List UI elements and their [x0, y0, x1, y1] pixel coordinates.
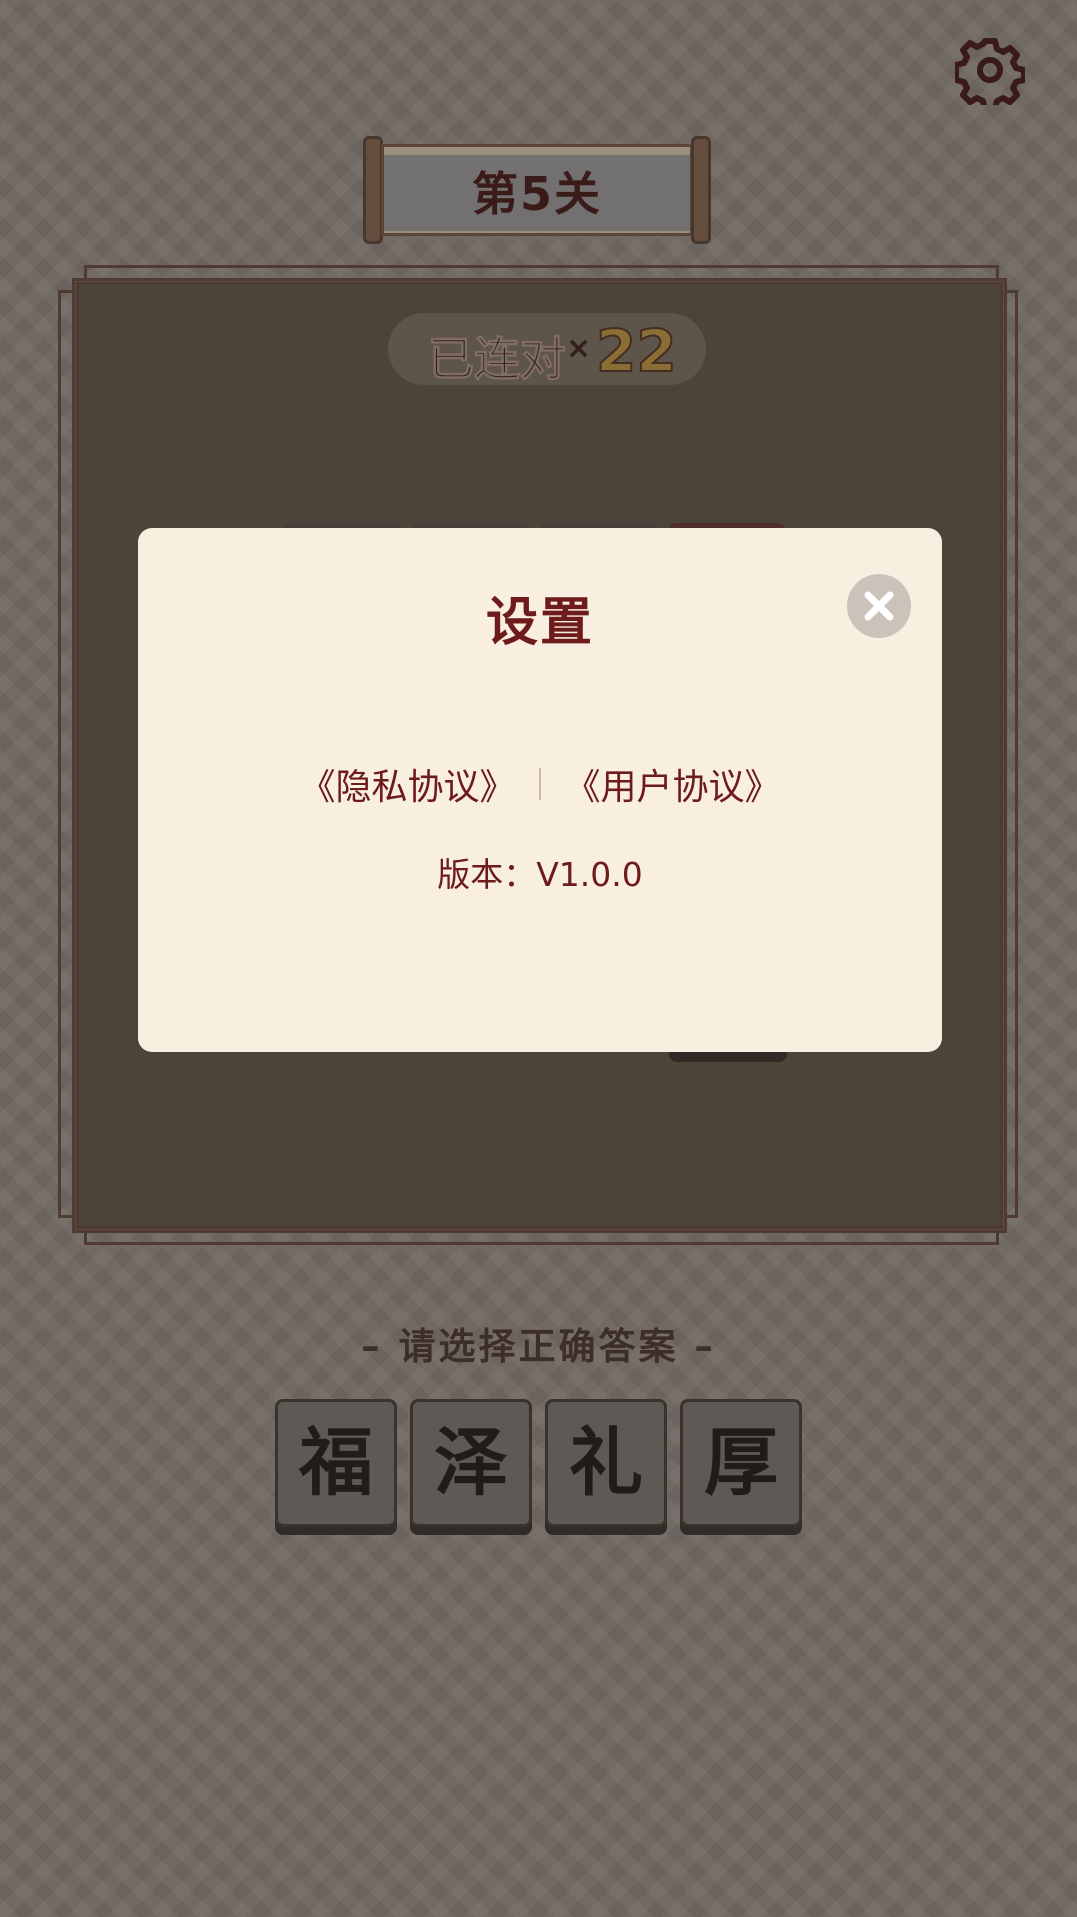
link-divider [539, 768, 541, 800]
close-button[interactable] [847, 574, 911, 638]
version-text: 版本：V1.0.0 [437, 855, 643, 894]
user-agreement-link[interactable]: 《用户协议》 [564, 767, 780, 808]
agreement-links: 《隐私协议》 《用户协议》 [138, 758, 942, 810]
close-icon [864, 591, 894, 621]
modal-title: 设置 [485, 593, 594, 653]
settings-modal: 设置 《隐私协议》 《用户协议》 版本：V1.0.0 [138, 528, 942, 1052]
privacy-policy-link[interactable]: 《隐私协议》 [300, 767, 516, 808]
